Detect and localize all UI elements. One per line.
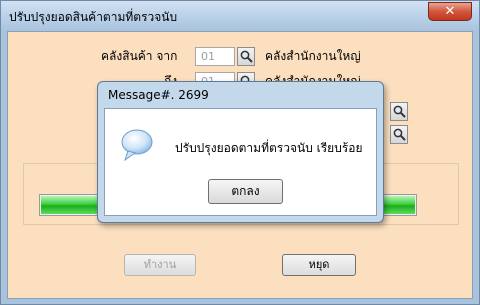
main-window: ปรับปรุงยอดสินค้าตามที่ตรวจนับ ✕ คลังสิน… bbox=[0, 0, 480, 305]
window-title: ปรับปรุงยอดสินค้าตามที่ตรวจนับ bbox=[9, 10, 178, 24]
magnifier-icon bbox=[393, 128, 406, 141]
dialog-title: Message#. 2699 bbox=[108, 88, 209, 102]
close-button[interactable]: ✕ bbox=[428, 2, 472, 21]
product-to-search-button[interactable] bbox=[390, 125, 408, 144]
run-button[interactable]: ทำงาน bbox=[124, 254, 196, 276]
magnifier-icon bbox=[240, 50, 253, 63]
product-from-search-button[interactable] bbox=[390, 102, 408, 121]
stop-button[interactable]: หยุด bbox=[282, 254, 356, 276]
magnifier-icon bbox=[393, 105, 406, 118]
warehouse-from-name: คลังสำนักงานใหญ่ bbox=[265, 49, 361, 63]
close-icon: ✕ bbox=[444, 4, 456, 19]
dialog-message: ปรับปรุงยอดตามที่ตรวจนับ เรียบร้อย bbox=[175, 141, 363, 155]
warehouse-from-input[interactable]: 01 bbox=[195, 47, 235, 66]
dialog-body: ปรับปรุงยอดตามที่ตรวจนับ เรียบร้อย ตกลง bbox=[104, 108, 377, 216]
message-dialog: Message#. 2699 ปรับปรุงยอดตามที่ตรวจนับ … bbox=[97, 81, 384, 223]
ok-button[interactable]: ตกลง bbox=[208, 179, 283, 204]
warehouse-from-label: คลังสินค้า จาก bbox=[101, 49, 178, 63]
warehouse-from-search-button[interactable] bbox=[237, 47, 255, 66]
speech-bubble-icon bbox=[119, 127, 155, 166]
